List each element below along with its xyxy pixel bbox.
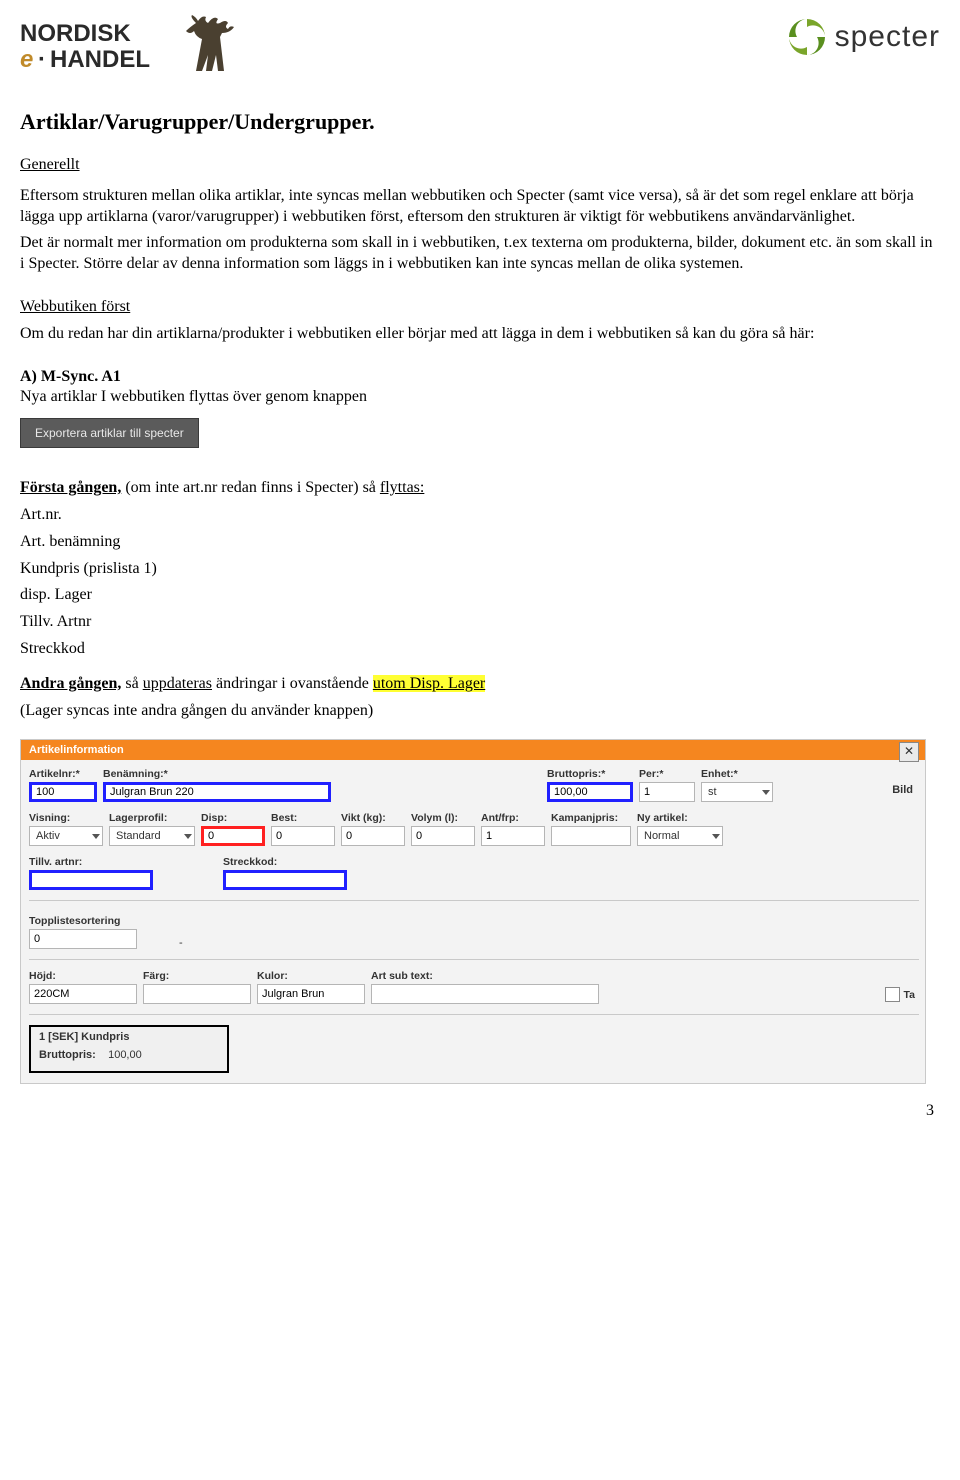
label-disp: Disp: [201,812,265,824]
label-benamning: Benämning:* [103,768,331,780]
page-title: Artiklar/Varugrupper/Undergrupper. [20,109,940,135]
select-enhet[interactable]: st [701,782,773,802]
input-vikt[interactable] [341,826,405,846]
andra-gangen-label: Andra gången, [20,675,121,692]
select-visning[interactable]: Aktiv [29,826,103,846]
label-kampanjpris: Kampanjpris: [551,812,631,824]
label-volym: Volym (l): [411,812,475,824]
label-art-sub-text: Art sub text: [371,970,599,982]
highlight-utom-disp-lager: utom Disp. Lager [373,675,485,692]
label-streckkod: Streckkod: [223,856,347,868]
label-hojd: Höjd: [29,970,137,982]
chevron-down-icon [184,834,192,839]
kundpris-title: 1 [SEK] Kundpris [39,1031,219,1043]
label-bruttopris-price: Bruttopris: [39,1049,96,1061]
label-bruttopris: Bruttopris:* [547,768,633,780]
panel-header: Artikelinformation [21,740,925,760]
kundpris-box: 1 [SEK] Kundpris Bruttopris: 100,00 [29,1025,229,1073]
close-button[interactable]: ✕ [899,742,919,762]
heading-generellt: Generellt [20,156,80,173]
logo-text-handel: HANDEL [50,46,150,73]
input-kampanjpris[interactable] [551,826,631,846]
generellt-paragraph-1: Eftersom strukturen mellan olika artikla… [20,186,940,228]
page-number: 3 [20,1102,940,1120]
logo-specter: specter [785,15,940,59]
label-ta: Ta [904,989,915,1001]
svg-text:·: · [38,46,46,73]
heading-webbutiken-forst: Webbutiken först [20,298,130,315]
export-articles-button[interactable]: Exportera artiklar till specter [20,418,199,448]
webbutiken-paragraph: Om du redan har din artiklarna/produkter… [20,324,940,345]
label-tillv-artnr: Tillv. artnr: [29,856,153,868]
input-per[interactable] [639,782,695,802]
select-nyartikel[interactable]: Normal [637,826,723,846]
label-visning: Visning: [29,812,103,824]
forsta-gangen-label: Första gången, [20,479,121,496]
list-item: Art. benämning [20,532,940,553]
label-lagerprofil: Lagerprofil: [109,812,195,824]
label-vikt: Vikt (kg): [341,812,405,824]
chevron-down-icon [92,834,100,839]
label-enhet: Enhet:* [701,768,773,780]
list-item: Art.nr. [20,505,940,526]
label-kulor: Kulor: [257,970,365,982]
input-tillv-artnr[interactable] [29,870,153,890]
topplist-dash: - [179,911,183,949]
label-farg: Färg: [143,970,251,982]
artikelinformation-panel: ✕ Artikelinformation Artikelnr:* Benämni… [20,739,926,1084]
input-art-sub-text[interactable] [371,984,599,1004]
logo-text-e: e [20,46,33,73]
label-topplistesortering: Topplistesortering [29,915,137,927]
input-artikelnr[interactable] [29,782,97,802]
input-streckkod[interactable] [223,870,347,890]
logo-nordisk-ehandel: NORDISK e · HANDEL [20,15,240,79]
input-best[interactable] [271,826,335,846]
input-volym[interactable] [411,826,475,846]
input-bruttopris[interactable] [547,782,633,802]
input-farg[interactable] [143,984,251,1004]
label-best: Best: [271,812,335,824]
label-nyartikel: Ny artikel: [637,812,723,824]
chevron-down-icon [762,790,770,795]
logo-text-line1: NORDISK [20,20,131,47]
list-item: Streckkod [20,639,940,660]
value-bruttopris-price: 100,00 [108,1049,142,1061]
select-lagerprofil[interactable]: Standard [109,826,195,846]
label-antfrp: Ant/frp: [481,812,545,824]
logo-specter-text: specter [835,20,940,54]
generellt-paragraph-2: Det är normalt mer information om produk… [20,233,940,275]
label-artikelnr: Artikelnr:* [29,768,97,780]
label-bild: Bild [892,784,919,802]
list-item: disp. Lager [20,585,940,606]
label-per: Per:* [639,768,695,780]
input-hojd[interactable] [29,984,137,1004]
moose-icon [184,15,240,79]
list-item: Tillv. Artnr [20,612,940,633]
input-kulor[interactable] [257,984,365,1004]
specter-swirl-icon [785,15,829,59]
checkbox-ta[interactable] [885,987,900,1002]
a1-subtext: Nya artiklar I webbutiken flyttas över g… [20,388,367,405]
input-disp[interactable] [201,826,265,846]
input-antfrp[interactable] [481,826,545,846]
page-header: NORDISK e · HANDEL specter [20,15,940,79]
heading-a1: A) M-Sync. A1 [20,368,121,385]
input-benamning[interactable] [103,782,331,802]
andra-gangen-line2: (Lager syncas inte andra gången du använ… [20,701,940,722]
chevron-down-icon [712,834,720,839]
input-topplistesortering[interactable] [29,929,137,949]
list-item: Kundpris (prislista 1) [20,559,940,580]
